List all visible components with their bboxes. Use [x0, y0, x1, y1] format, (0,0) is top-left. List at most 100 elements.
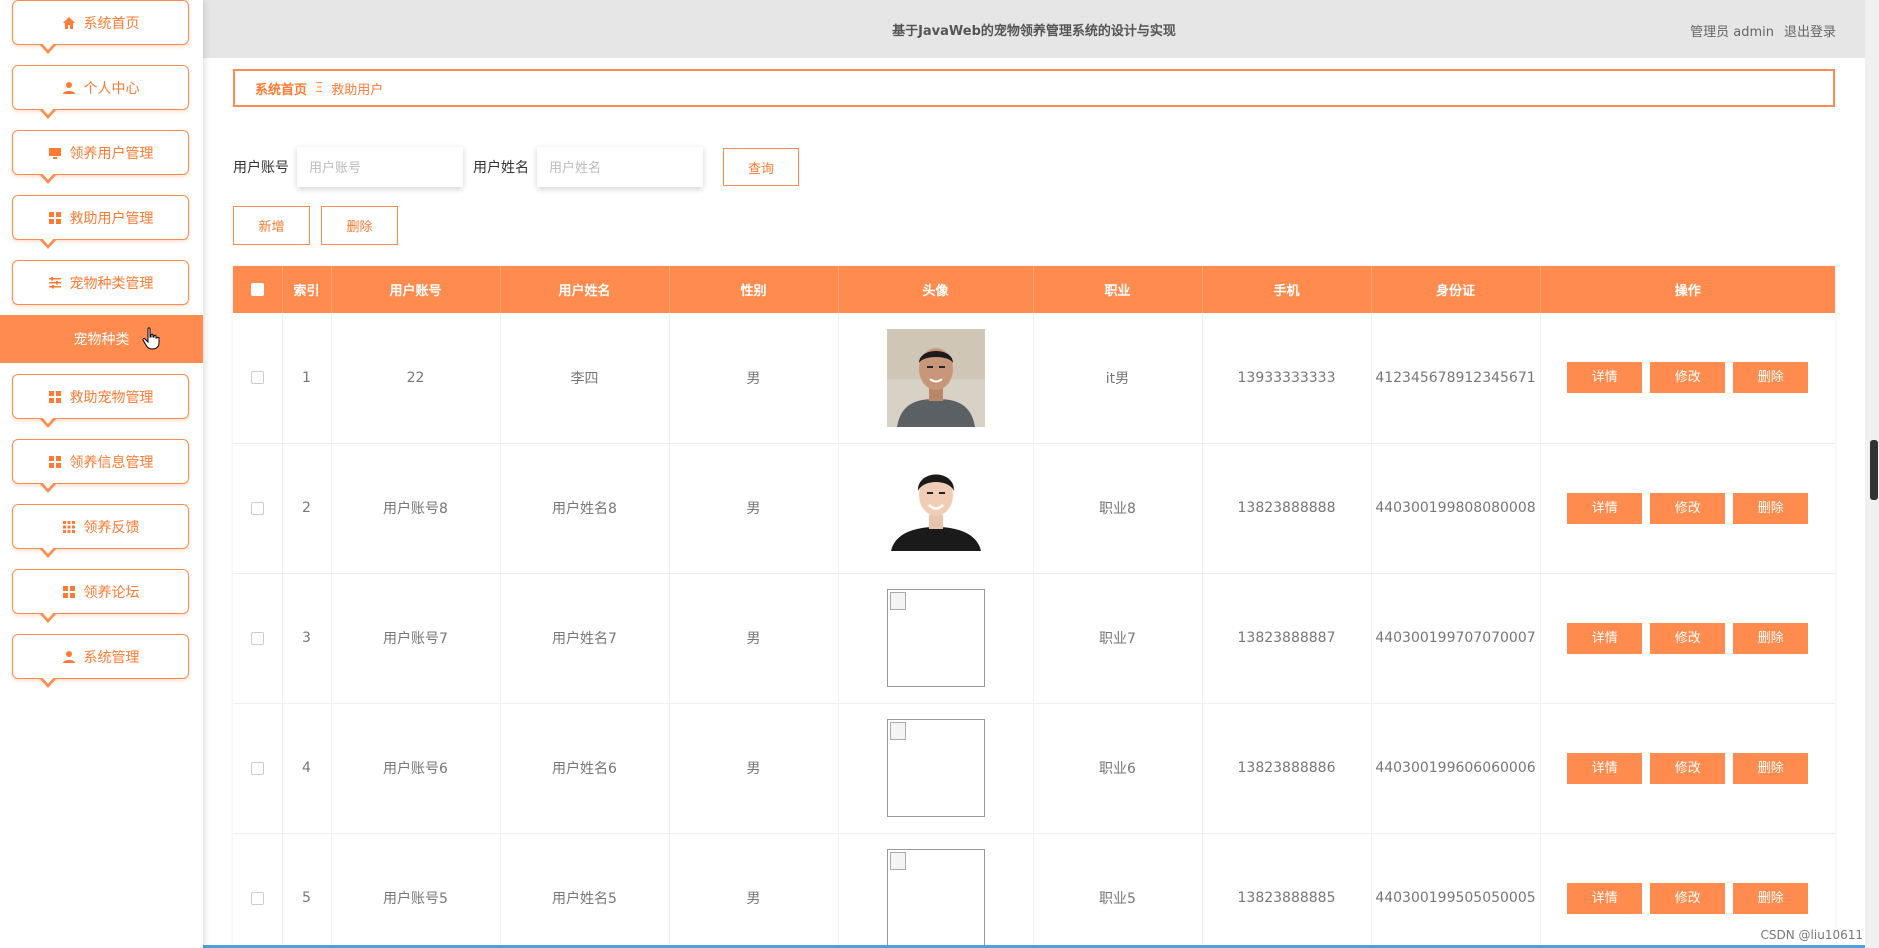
- breadcrumb-current: 救助用户: [331, 82, 384, 98]
- detail-button[interactable]: 详情: [1567, 362, 1643, 394]
- delete-button[interactable]: 删除: [1733, 492, 1809, 524]
- row-checkbox[interactable]: [250, 891, 264, 905]
- edit-button[interactable]: 修改: [1650, 622, 1726, 654]
- cell-name: 用户姓名8: [500, 443, 670, 573]
- delete-button[interactable]: 删除: [1733, 362, 1809, 394]
- vertical-scrollbar[interactable]: [1865, 0, 1879, 948]
- cell-index: 1: [282, 313, 332, 443]
- bubble-tail: [39, 481, 57, 493]
- logout-link[interactable]: 退出登录: [1784, 21, 1836, 40]
- cell-idcard: 412345678912345671: [1371, 313, 1541, 443]
- hand-cursor-icon: [142, 327, 160, 351]
- sidebar-item-pet-type-mgmt[interactable]: 宠物种类管理: [12, 260, 189, 305]
- sidebar-item-personal-center[interactable]: 个人中心: [12, 65, 189, 119]
- breadcrumb: 系统首页 Ξ 救助用户: [233, 69, 1835, 107]
- bubble-tail: [39, 676, 57, 688]
- cell-phone: 13823888886: [1202, 703, 1372, 833]
- detail-button[interactable]: 详情: [1567, 622, 1643, 654]
- sidebar-item-adopt-info-mgmt[interactable]: 领养信息管理: [12, 439, 189, 493]
- account-label: 用户账号: [233, 160, 289, 176]
- sidebar-item-label: 救助宠物管理: [69, 389, 154, 406]
- column-header: 职业: [1033, 266, 1203, 313]
- column-header: 操作: [1674, 284, 1701, 299]
- grid-icon: [48, 389, 63, 404]
- sidebar-item-label: 宠物种类管理: [69, 275, 154, 292]
- edit-button[interactable]: 修改: [1650, 882, 1726, 914]
- add-button[interactable]: 新增: [233, 206, 310, 245]
- table-header-row: 索引 用户账号 用户姓名 性别 头像 职业 手机 身份证 操作: [233, 266, 1835, 313]
- broken-image-icon: [886, 849, 985, 947]
- cell-gender: 男: [669, 703, 839, 833]
- top-header: 基于JavaWeb的宠物领养管理系统的设计与实现 管理员 admin 退出登录: [203, 0, 1865, 58]
- bubble-tail: [39, 42, 57, 54]
- sidebar-subitem-label: 宠物种类: [73, 332, 130, 348]
- column-header: 用户账号: [331, 266, 501, 313]
- name-label: 用户姓名: [473, 160, 529, 176]
- row-checkbox[interactable]: [250, 501, 264, 515]
- row-checkbox[interactable]: [250, 761, 264, 775]
- cell-job: 职业6: [1033, 703, 1203, 833]
- cell-account: 用户账号5: [331, 833, 501, 948]
- bubble-tail: [39, 172, 57, 184]
- detail-button[interactable]: 详情: [1567, 492, 1643, 524]
- sidebar-item-label: 系统首页: [83, 15, 140, 32]
- delete-button[interactable]: 删除: [1733, 752, 1809, 784]
- broken-image-icon: [886, 589, 985, 687]
- edit-button[interactable]: 修改: [1650, 362, 1726, 394]
- account-search-input[interactable]: [297, 147, 463, 187]
- sidebar-item-label: 救助用户管理: [69, 210, 154, 227]
- data-table: 索引 用户账号 用户姓名 性别 头像 职业 手机 身份证 操作 1 22 李四 …: [233, 266, 1835, 948]
- table-row: 4 用户账号6 用户姓名6 男 职业6 13823888886 44030019…: [233, 703, 1835, 833]
- sidebar-item-system-mgmt[interactable]: 系统管理: [12, 634, 189, 688]
- breadcrumb-separator: Ξ: [315, 80, 324, 96]
- cell-account: 22: [331, 313, 501, 443]
- cell-index: 5: [282, 833, 332, 948]
- sidebar-item-label: 领养用户管理: [69, 145, 154, 162]
- name-search-input[interactable]: [537, 147, 703, 187]
- query-button[interactable]: 查询: [723, 148, 799, 186]
- detail-button[interactable]: 详情: [1567, 882, 1643, 914]
- cell-index: 4: [282, 703, 332, 833]
- detail-button[interactable]: 详情: [1567, 752, 1643, 784]
- scrollbar-thumb[interactable]: [1870, 440, 1878, 500]
- delete-button[interactable]: 删除: [1733, 622, 1809, 654]
- delete-button[interactable]: 删除: [1733, 882, 1809, 914]
- search-bar: 用户账号 用户姓名 查询: [233, 147, 799, 187]
- select-all-cell: [233, 266, 283, 313]
- row-checkbox[interactable]: [250, 371, 264, 385]
- current-user-label: 管理员 admin: [1690, 25, 1774, 40]
- home-icon: [62, 15, 77, 30]
- batch-delete-button[interactable]: 删除: [321, 206, 398, 245]
- cell-index: 3: [282, 573, 332, 703]
- row-checkbox[interactable]: [250, 631, 264, 645]
- column-header: 头像: [838, 266, 1034, 313]
- column-header: 性别: [669, 266, 839, 313]
- sidebar-item-rescue-user-mgmt[interactable]: 救助用户管理: [12, 195, 189, 249]
- sliders-icon: [48, 275, 63, 290]
- sidebar-subitem-pet-type[interactable]: 宠物种类: [0, 315, 203, 363]
- column-header: 身份证: [1371, 266, 1541, 313]
- cell-account: 用户账号8: [331, 443, 501, 573]
- cell-phone: 13933333333: [1202, 313, 1372, 443]
- sidebar-item-label: 领养反馈: [83, 519, 140, 536]
- select-all-checkbox[interactable]: [250, 283, 264, 296]
- page-title: 基于JavaWeb的宠物领养管理系统的设计与实现: [892, 24, 1176, 39]
- cell-gender: 男: [669, 573, 839, 703]
- cell-phone: 13823888885: [1202, 833, 1372, 948]
- table-row: 1 22 李四 男 it男 13933333333 41234567891234…: [233, 313, 1835, 443]
- watermark-text: CSDN @liu10611: [1758, 928, 1865, 942]
- cell-name: 用户姓名7: [500, 573, 670, 703]
- sidebar-item-adopt-user-mgmt[interactable]: 领养用户管理: [12, 130, 189, 184]
- breadcrumb-home-link[interactable]: 系统首页: [255, 79, 307, 98]
- table-row: 3 用户账号7 用户姓名7 男 职业7 13823888887 44030019…: [233, 573, 1835, 703]
- sidebar-item-home[interactable]: 系统首页: [12, 0, 189, 54]
- sidebar-item-rescue-pet-mgmt[interactable]: 救助宠物管理: [12, 374, 189, 428]
- cell-idcard: 440300199505050005: [1371, 833, 1541, 948]
- sidebar-item-adopt-forum[interactable]: 领养论坛: [12, 569, 189, 623]
- sidebar-item-adopt-feedback[interactable]: 领养反馈: [12, 504, 189, 558]
- edit-button[interactable]: 修改: [1650, 752, 1726, 784]
- edit-button[interactable]: 修改: [1650, 492, 1726, 524]
- sidebar: 系统首页 个人中心 领养用户管理 救助用户管理 宠物种类管理 宠物种类 救助宠物…: [0, 0, 203, 948]
- cell-job: 职业8: [1033, 443, 1203, 573]
- cell-account: 用户账号7: [331, 573, 501, 703]
